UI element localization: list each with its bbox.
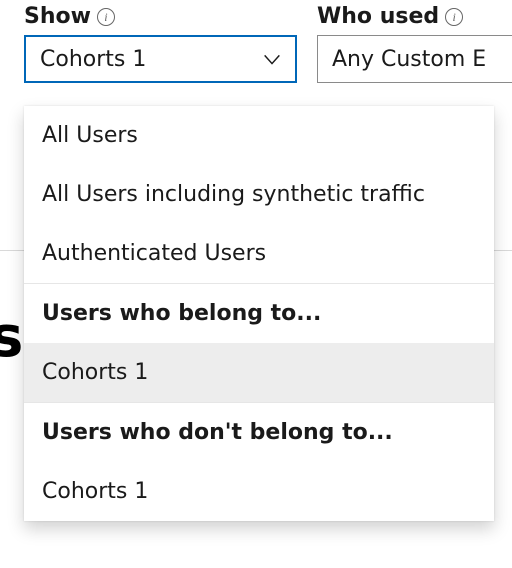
dropdown-option[interactable]: Authenticated Users (24, 224, 494, 283)
info-icon[interactable]: i (97, 8, 115, 26)
dropdown-option[interactable]: All Users including synthetic traffic (24, 165, 494, 224)
show-dropdown-value: Cohorts 1 (40, 47, 261, 72)
show-dropdown[interactable]: Cohorts 1 (24, 35, 297, 83)
dropdown-group-header: Users who don't belong to... (24, 402, 494, 462)
who-used-dropdown[interactable]: Any Custom E (317, 35, 512, 83)
who-used-label: Who used (317, 4, 439, 29)
show-label: Show (24, 4, 91, 29)
show-dropdown-list[interactable]: All UsersAll Users including synthetic t… (24, 106, 494, 521)
dropdown-option[interactable]: Cohorts 1 (24, 462, 494, 521)
background-heading-fragment: s (0, 305, 23, 370)
chevron-down-icon (261, 48, 283, 70)
who-used-dropdown-value: Any Custom E (332, 47, 504, 72)
dropdown-option[interactable]: Cohorts 1 (24, 343, 494, 402)
dropdown-group-header: Users who belong to... (24, 283, 494, 343)
info-icon[interactable]: i (445, 8, 463, 26)
dropdown-option[interactable]: All Users (24, 106, 494, 165)
